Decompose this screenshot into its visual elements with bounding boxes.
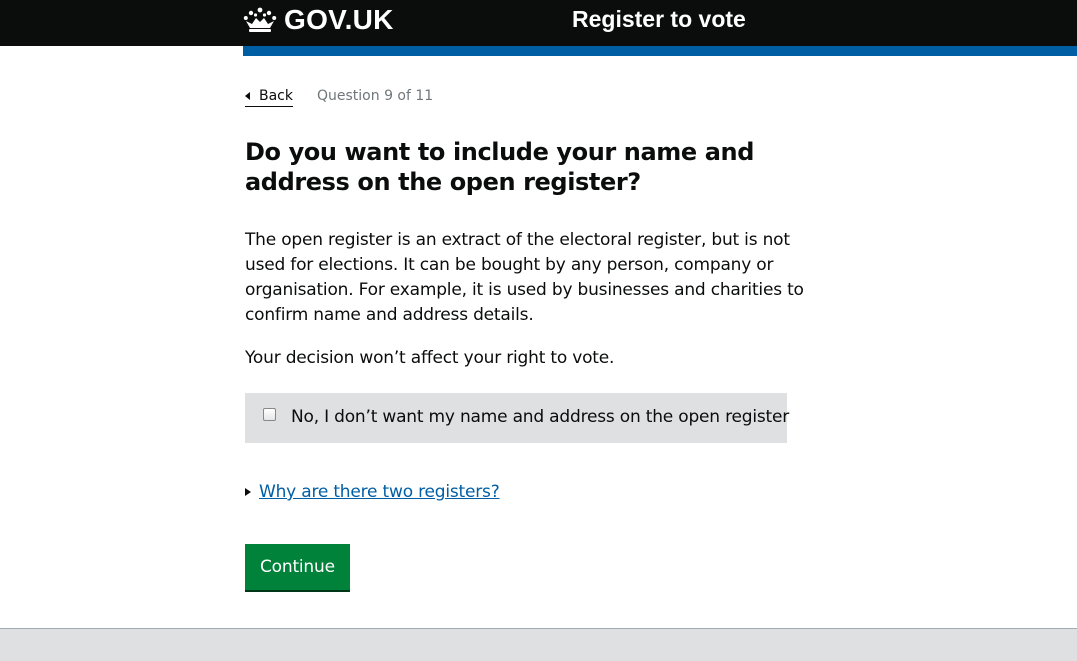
back-arrow-icon <box>245 92 250 100</box>
logo-text: GOV.UK <box>284 4 394 35</box>
site-footer <box>0 628 1077 661</box>
two-registers-summary-link[interactable]: Why are there two registers? <box>259 480 500 504</box>
site-header: GOV.UK Register to vote <box>0 0 1077 46</box>
govuk-logo-link[interactable]: GOV.UK <box>243 4 394 36</box>
checkbox-label: No, I don’t want my name and address on … <box>291 407 790 427</box>
back-link[interactable]: Back <box>245 87 293 107</box>
page-title: Do you want to include your name and add… <box>245 138 754 196</box>
disclosure-triangle-icon <box>245 488 251 496</box>
open-register-description: The open register is an extract of the e… <box>245 230 804 325</box>
service-name[interactable]: Register to vote <box>572 5 746 33</box>
two-registers-details[interactable]: Why are there two registers? <box>245 480 500 504</box>
open-register-optout-option[interactable]: No, I don’t want my name and address on … <box>245 393 790 443</box>
header-accent-bar <box>243 46 1077 56</box>
open-register-optout-checkbox[interactable] <box>263 408 276 421</box>
decision-note: Your decision won’t affect your right to… <box>245 348 615 368</box>
question-counter: Question 9 of 11 <box>317 88 434 104</box>
continue-button[interactable]: Continue <box>245 544 350 590</box>
back-label: Back <box>259 88 293 104</box>
crown-icon <box>243 7 277 32</box>
